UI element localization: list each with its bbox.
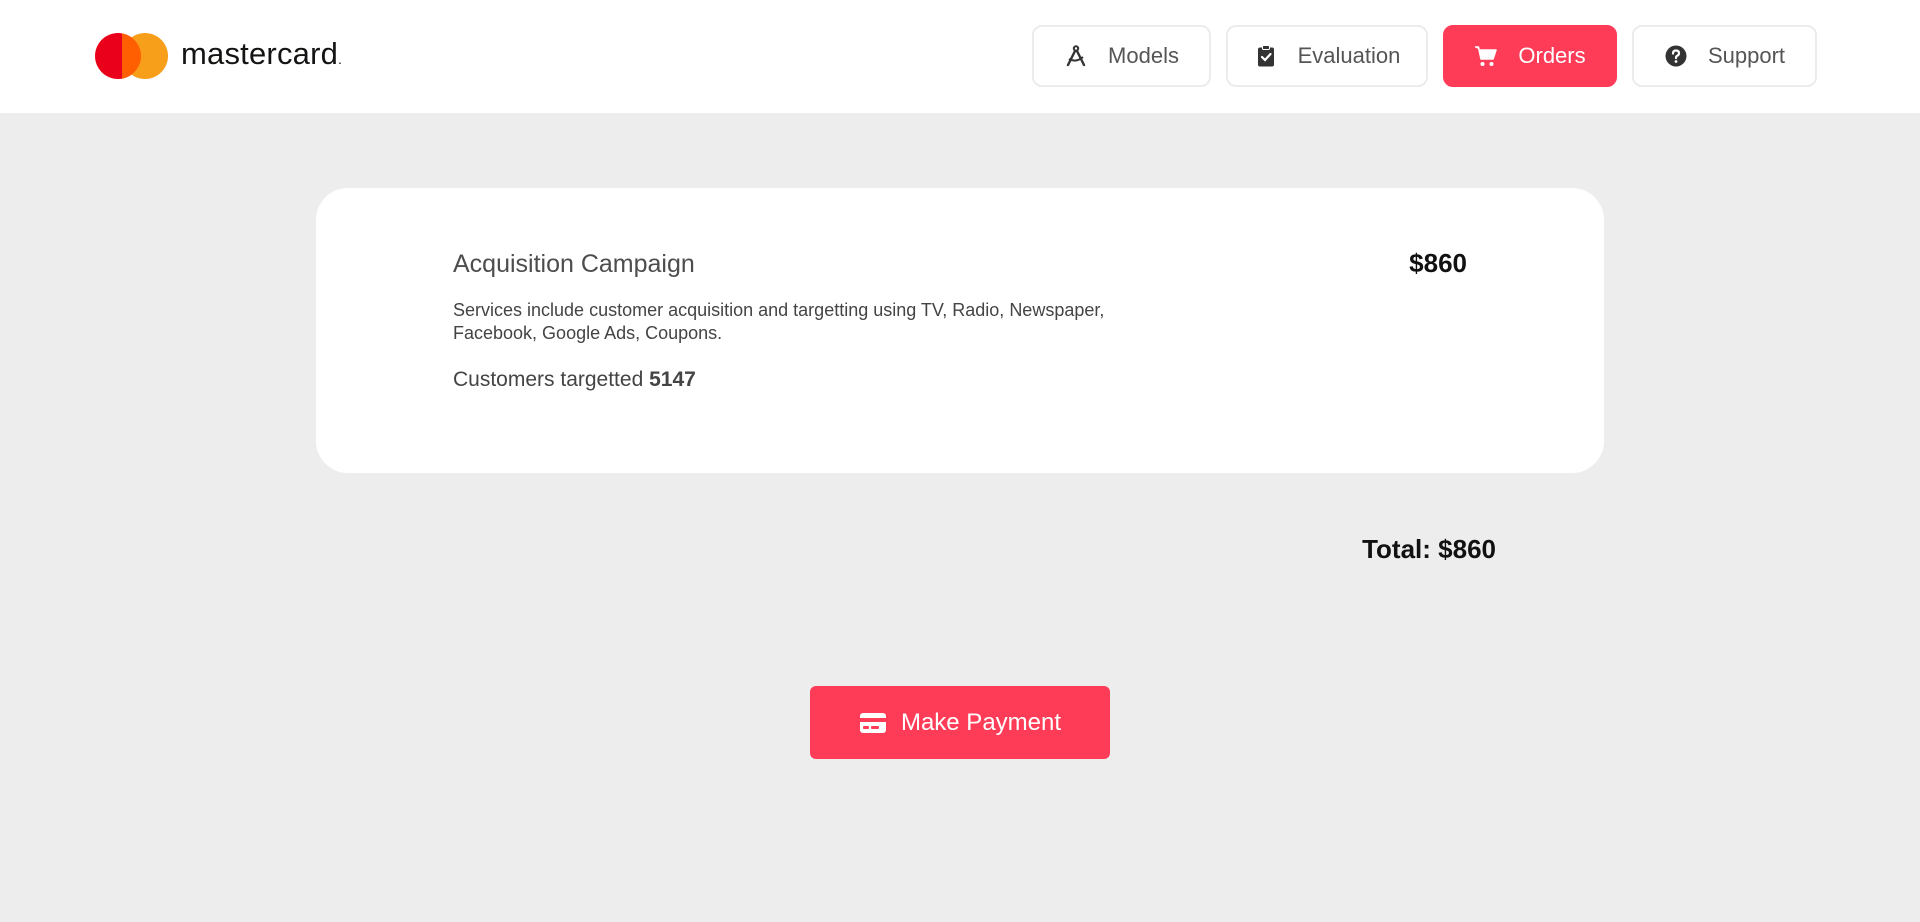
nav-models-button[interactable]: Models [1032,25,1211,87]
order-item-price: $860 [1409,248,1467,278]
customers-targetted: Customers targetted 5147 [453,368,696,392]
question-circle-icon [1664,44,1688,68]
top-header: mastercard. Models Evaluation Orders Sup… [0,0,1920,113]
mastercard-logo[interactable]: mastercard. [95,33,342,79]
nav-support-label: Support [1707,43,1786,68]
customers-targetted-label: Customers targetted [453,368,644,391]
nav-orders-button[interactable]: Orders [1443,25,1617,87]
nav-support-button[interactable]: Support [1632,25,1817,87]
nav-evaluation-label: Evaluation [1297,43,1401,68]
order-item-description: Services include customer acquisition an… [453,300,1105,343]
logo-circles-icon [95,33,168,79]
make-payment-label: Make Payment [900,708,1062,736]
order-item-card: Acquisition Campaign $860 Services inclu… [316,188,1604,473]
clipboard-check-icon [1254,44,1278,68]
compass-drafting-icon [1064,44,1088,68]
customers-targetted-value: 5147 [649,368,696,391]
logo-text: mastercard. [181,36,343,71]
cart-icon [1474,44,1498,68]
credit-card-icon [859,711,887,735]
order-item-title: Acquisition Campaign [453,250,695,278]
nav-evaluation-button[interactable]: Evaluation [1226,25,1428,87]
nav-orders-label: Orders [1518,43,1586,68]
make-payment-button[interactable]: Make Payment [810,686,1110,759]
nav-models-label: Models [1108,43,1179,68]
order-total: Total: $860 [1362,534,1496,564]
